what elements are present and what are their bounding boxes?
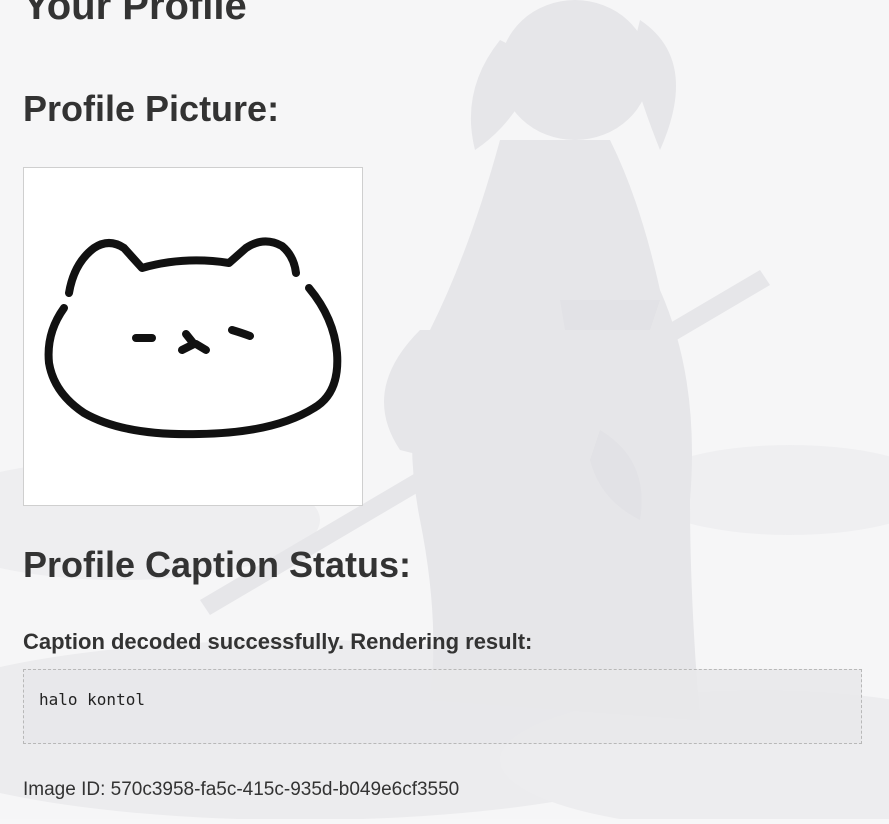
caption-result-box: halo kontol	[23, 669, 862, 744]
caption-status-heading: Profile Caption Status:	[23, 544, 412, 585]
image-id: Image ID: 570c3958-fa5c-415c-935d-b049e6…	[23, 779, 460, 800]
cat-face-drawing-icon	[44, 237, 342, 439]
profile-picture	[23, 167, 363, 506]
profile-picture-heading: Profile Picture:	[23, 88, 280, 129]
caption-text: halo kontol	[39, 690, 145, 709]
caption-status-message: Caption decoded successfully. Rendering …	[23, 629, 533, 654]
page-title: Your Profile	[23, 0, 247, 28]
